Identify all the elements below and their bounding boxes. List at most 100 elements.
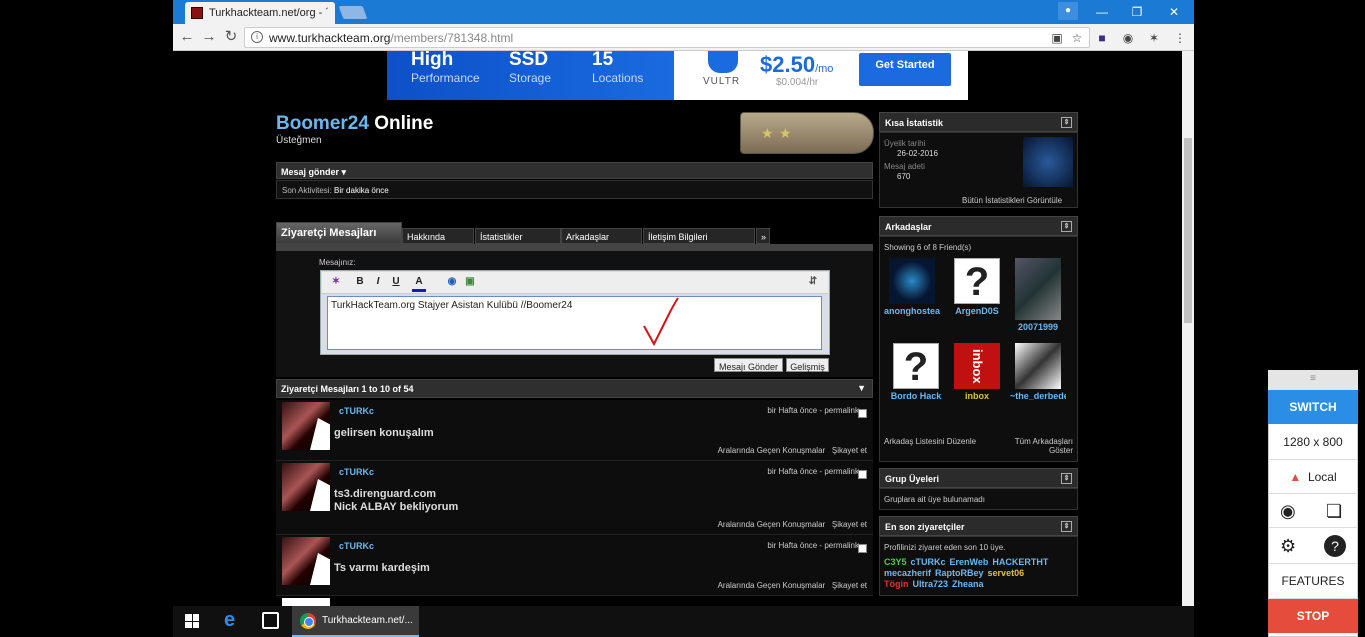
tab-visitor-messages[interactable]: Ziyaretçi Mesajları: [276, 222, 402, 244]
new-tab-button[interactable]: [338, 6, 368, 19]
extension-icon[interactable]: ■: [1094, 30, 1110, 46]
camera-icon[interactable]: ◉: [1280, 494, 1296, 528]
collapse-icon[interactable]: ⇕: [1061, 521, 1072, 532]
extension-icon[interactable]: ✶: [1146, 30, 1162, 46]
report-link[interactable]: Şikayet et: [832, 446, 867, 455]
friend-name[interactable]: ArgenD0S: [949, 306, 1005, 316]
font-color-button[interactable]: A: [412, 276, 426, 292]
url-input[interactable]: i www.turkhackteam.org/members/781348.htm…: [244, 27, 1090, 48]
avatar[interactable]: [282, 402, 330, 450]
friend-name[interactable]: ~the_derbede: [1010, 391, 1066, 401]
tab-more[interactable]: »: [756, 228, 770, 244]
message-time[interactable]: bir Hafta önce - permalink: [767, 406, 859, 415]
features-button[interactable]: FEATURES: [1268, 564, 1358, 599]
ad-get-started-button[interactable]: Get Started: [859, 53, 951, 86]
conversation-link[interactable]: Aralarında Geçen Konuşmalar: [718, 581, 826, 590]
local-button[interactable]: ▲ Local: [1268, 460, 1358, 494]
friend-avatar[interactable]: ?: [893, 343, 939, 389]
send-message-button[interactable]: Mesajı Gönder: [714, 358, 783, 372]
select-checkbox[interactable]: [858, 470, 867, 479]
user-avatar[interactable]: [1023, 137, 1073, 187]
friend-name[interactable]: 20071999: [1010, 322, 1066, 332]
close-icon[interactable]: ✕: [1160, 2, 1188, 22]
friend-item[interactable]: anonghostear: [884, 258, 940, 316]
visitor-link[interactable]: ErenWeb: [950, 557, 989, 567]
message-author[interactable]: cTURKc: [339, 406, 374, 416]
underline-button[interactable]: U: [389, 276, 403, 287]
tab-about[interactable]: Hakkında: [402, 228, 474, 244]
friend-avatar[interactable]: [1015, 258, 1061, 320]
friend-item[interactable]: 20071999: [1010, 258, 1066, 332]
tab-friends[interactable]: Arkadaşlar: [561, 228, 642, 244]
browser-tab[interactable]: Turkhackteam.net/org - ´: [185, 2, 335, 24]
edge-icon[interactable]: e: [224, 609, 235, 632]
translate-icon[interactable]: ▣: [1049, 30, 1065, 46]
tab-statistics[interactable]: İstatistikler: [475, 228, 561, 244]
resolution-button[interactable]: 1280 x 800: [1268, 424, 1358, 460]
image-icon[interactable]: ▣: [463, 276, 477, 287]
store-icon[interactable]: [262, 612, 279, 629]
friend-name[interactable]: Bordo Hack: [888, 391, 944, 401]
collapse-icon[interactable]: ▼: [857, 383, 866, 393]
all-friends-link[interactable]: Tüm Arkadaşları Göster: [1005, 437, 1073, 455]
visitor-link[interactable]: servet06: [988, 568, 1025, 578]
avatar[interactable]: [282, 537, 330, 585]
message-time[interactable]: bir Hafta önce - permalink: [767, 467, 859, 476]
menu-icon[interactable]: ⋮: [1172, 30, 1188, 46]
conversation-link[interactable]: Aralarında Geçen Konuşmalar: [718, 520, 826, 529]
friend-avatar[interactable]: [1015, 343, 1061, 389]
conversation-link[interactable]: Aralarında Geçen Konuşmalar: [718, 446, 826, 455]
visitor-link[interactable]: Tögin: [884, 579, 909, 589]
bookmark-star-icon[interactable]: ☆: [1069, 30, 1085, 46]
resize-icon[interactable]: ⇵: [806, 276, 820, 287]
collapse-icon[interactable]: ⇕: [1061, 221, 1072, 232]
message-time[interactable]: bir Hafta önce - permalink: [767, 541, 859, 550]
select-checkbox[interactable]: [858, 409, 867, 418]
report-link[interactable]: Şikayet et: [832, 520, 867, 529]
switch-button[interactable]: SWITCH: [1268, 390, 1358, 424]
visitor-link[interactable]: Ultra723: [913, 579, 949, 589]
link-icon[interactable]: ◉: [445, 276, 459, 287]
friend-avatar[interactable]: inbox: [954, 343, 1000, 389]
bold-button[interactable]: B: [353, 276, 367, 287]
windows-icon[interactable]: ❏: [1326, 494, 1342, 528]
visitor-link[interactable]: HACKERTHT: [992, 557, 1048, 567]
collapse-icon[interactable]: ⇕: [1061, 117, 1072, 128]
visitor-link[interactable]: mecazherif: [884, 568, 931, 578]
friend-item[interactable]: ? ArgenD0S: [949, 258, 1005, 316]
restore-icon[interactable]: ❐: [1123, 2, 1151, 22]
message-textarea[interactable]: TurkHackTeam.org Stajyer Asistan Kulübü …: [327, 296, 822, 350]
reload-icon[interactable]: ↻: [222, 28, 240, 46]
friend-name[interactable]: inbox: [949, 391, 1005, 401]
avatar[interactable]: [282, 598, 330, 606]
visitor-link[interactable]: RaptoRBey: [935, 568, 984, 578]
select-checkbox[interactable]: [858, 544, 867, 553]
edit-friends-link[interactable]: Arkadaş Listesini Düzenle: [884, 437, 976, 446]
visitor-link[interactable]: Zheana: [952, 579, 984, 589]
page-scrollbar[interactable]: [1182, 51, 1194, 606]
stop-button[interactable]: STOP: [1268, 599, 1358, 633]
windows-start-icon[interactable]: [185, 614, 199, 628]
help-icon[interactable]: ?: [1324, 535, 1346, 557]
forward-icon[interactable]: →: [200, 28, 218, 46]
gear-icon[interactable]: ⚙: [1280, 528, 1296, 564]
all-stats-link[interactable]: Bütün İstatistikleri Görüntüle: [962, 196, 1062, 205]
minimize-icon[interactable]: —: [1088, 2, 1116, 22]
report-link[interactable]: Şikayet et: [832, 581, 867, 590]
visitor-link[interactable]: C3Y5: [884, 557, 907, 567]
tab-contact-info[interactable]: İletişim Bilgileri: [643, 228, 755, 244]
friend-item[interactable]: inbox inbox: [949, 343, 1005, 401]
friend-name[interactable]: anonghostear: [884, 306, 940, 316]
scrollbar-thumb[interactable]: [1184, 138, 1192, 323]
italic-button[interactable]: I: [371, 276, 385, 287]
friend-item[interactable]: ? Bordo Hack: [888, 343, 944, 401]
drag-handle-icon[interactable]: ≡: [1268, 370, 1358, 390]
extension-icon[interactable]: ◉: [1120, 30, 1136, 46]
advanced-button[interactable]: Gelişmiş: [786, 358, 829, 372]
visitor-link[interactable]: cTURKc: [911, 557, 946, 567]
message-author[interactable]: cTURKc: [339, 467, 374, 477]
friend-avatar[interactable]: ?: [954, 258, 1000, 304]
send-message-menu[interactable]: Mesaj gönder ▾: [276, 162, 873, 179]
avatar[interactable]: [282, 463, 330, 511]
back-icon[interactable]: ←: [178, 28, 196, 46]
